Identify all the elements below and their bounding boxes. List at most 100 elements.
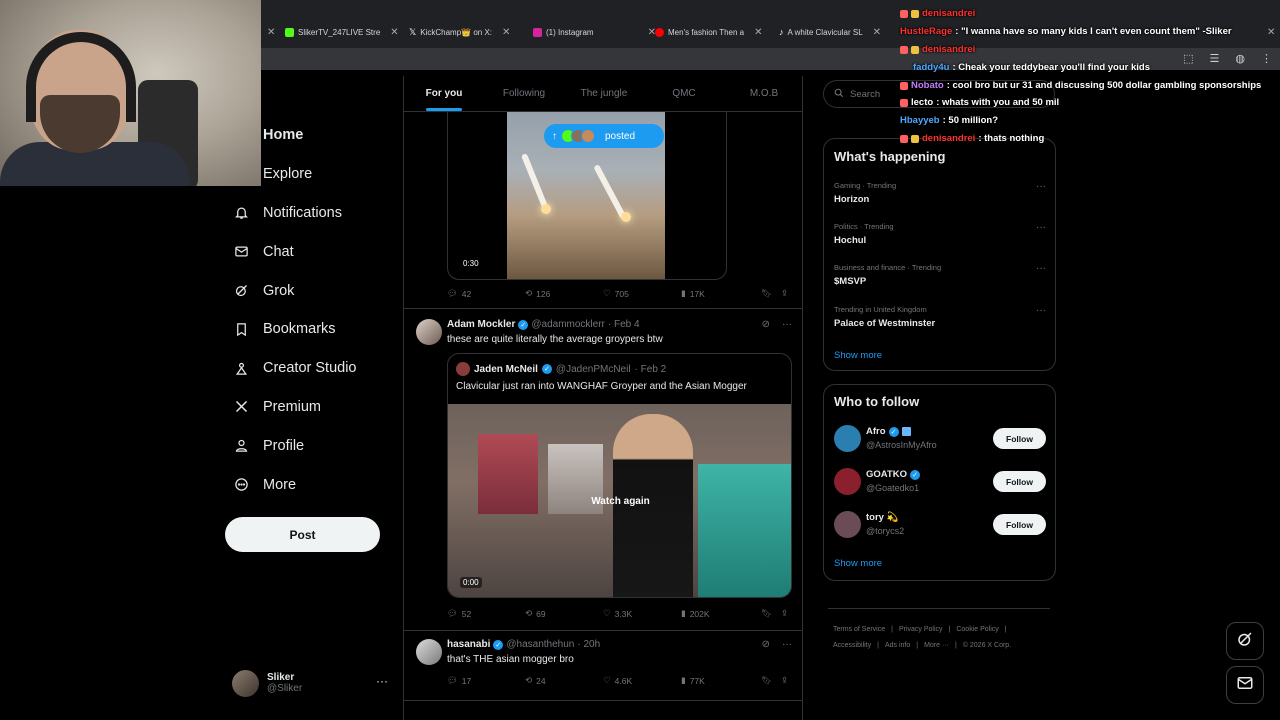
nav-grok[interactable]: Grok bbox=[225, 271, 400, 310]
browser-tab[interactable]: ♪ A white Clavicular SL ✕ bbox=[779, 22, 881, 42]
tab-qmc[interactable]: QMC bbox=[644, 76, 724, 111]
watch-again-button[interactable]: Watch again bbox=[448, 496, 791, 507]
more-horizontal-icon[interactable]: ··· bbox=[1036, 222, 1046, 233]
footer-separator: | bbox=[1004, 626, 1007, 633]
nav-chat[interactable]: Chat bbox=[225, 232, 400, 271]
tweet-date[interactable]: · Feb 4 bbox=[608, 319, 640, 330]
trend-item[interactable]: Trending in United Kingdom Palace of Wes… bbox=[834, 305, 1046, 329]
follow-button[interactable]: Follow bbox=[993, 471, 1046, 492]
avatar[interactable] bbox=[416, 319, 442, 345]
author-name[interactable]: hasanabi bbox=[447, 639, 490, 650]
author-name[interactable]: Adam Mockler bbox=[447, 319, 515, 330]
kebab-menu-icon[interactable]: ⋮ bbox=[1261, 52, 1272, 65]
heart-icon: ♡ bbox=[603, 608, 611, 618]
reply-button[interactable]: 💬︎ 42 bbox=[447, 288, 471, 299]
footer-link[interactable]: Cookie Policy bbox=[956, 626, 998, 633]
nav-explore[interactable]: Explore bbox=[225, 155, 400, 194]
follow-suggestion[interactable]: Afro ✓ @AstrosInMyAfro Follow bbox=[834, 424, 1046, 454]
bookmark-button[interactable]: 🔖︎ bbox=[761, 675, 772, 686]
tab-close-previous[interactable]: ✕ bbox=[261, 22, 275, 42]
show-more-link[interactable]: Show more bbox=[834, 350, 882, 361]
window-close-icon[interactable]: ✕ bbox=[1261, 22, 1275, 42]
views-button[interactable]: ▮ 202K bbox=[681, 608, 710, 619]
share-button[interactable]: ⇪ bbox=[781, 675, 788, 686]
footer-link[interactable]: Ads info bbox=[885, 642, 910, 649]
author-handle[interactable]: @adammocklerr bbox=[531, 319, 605, 330]
avatar[interactable] bbox=[416, 639, 442, 665]
show-more-link[interactable]: Show more bbox=[834, 558, 882, 569]
more-horizontal-icon[interactable]: ··· bbox=[1036, 181, 1046, 192]
reply-icon: 💬︎ bbox=[447, 675, 458, 685]
nav-bookmarks[interactable]: Bookmarks bbox=[225, 310, 400, 349]
quoted-tweet[interactable]: Jaden McNeil ✓ @JadenPMcNeil · Feb 2 Cla… bbox=[447, 353, 792, 598]
profile-icon[interactable]: ◍ bbox=[1235, 52, 1245, 65]
tweet-date[interactable]: · 20h bbox=[577, 639, 600, 650]
like-button[interactable]: ♡ 705 bbox=[603, 288, 629, 299]
footer-link[interactable]: Accessibility bbox=[833, 642, 871, 649]
menu-list-icon[interactable]: ☰ bbox=[1210, 52, 1220, 65]
tweet-partial[interactable] bbox=[404, 700, 802, 720]
follow-suggestion[interactable]: tory 💫 @torycs2 Follow bbox=[834, 510, 1046, 540]
post-button[interactable]: Post bbox=[225, 517, 380, 552]
grok-icon[interactable]: ⊘ bbox=[762, 319, 770, 330]
account-switcher[interactable]: Sliker @Sliker ··· bbox=[232, 666, 392, 700]
tab-mob[interactable]: M.O.B bbox=[724, 76, 802, 111]
footer-link[interactable]: Privacy Policy bbox=[899, 626, 943, 633]
reply-button[interactable]: 💬︎ 17 bbox=[447, 675, 471, 686]
repost-button[interactable]: ⟲ 69 bbox=[525, 608, 546, 619]
tab-close-icon[interactable]: ✕ bbox=[873, 27, 881, 38]
nav-home[interactable]: Home bbox=[225, 116, 400, 155]
trend-item[interactable]: Gaming · Trending Horizon ··· bbox=[834, 181, 1046, 205]
author-handle[interactable]: @hasanthehun bbox=[506, 639, 574, 650]
nav-notifications[interactable]: Notifications bbox=[225, 194, 400, 233]
tab-for-you[interactable]: For you bbox=[404, 76, 484, 111]
more-horizontal-icon[interactable]: ··· bbox=[782, 639, 792, 650]
views-button[interactable]: ▮ 77K bbox=[681, 675, 705, 686]
nav-more[interactable]: More bbox=[225, 465, 400, 504]
grok-icon[interactable]: ⊘ bbox=[762, 639, 770, 650]
browser-tab[interactable]: SlikerTV_247LIVE Stre ✕ bbox=[285, 22, 399, 42]
views-button[interactable]: ▮ 17K bbox=[681, 288, 705, 299]
tab-close-icon[interactable]: ✕ bbox=[502, 27, 510, 38]
nav-premium[interactable]: Premium bbox=[225, 388, 400, 427]
new-posts-pill[interactable]: ↑ posted bbox=[544, 124, 664, 148]
browser-tab[interactable]: 𝕏 KickChamp👑 on X: ✕ bbox=[409, 22, 510, 42]
copyright: © 2026 X Corp. bbox=[962, 642, 1012, 649]
like-button[interactable]: ♡ 4.6K bbox=[603, 675, 632, 686]
grok-fab-button[interactable] bbox=[1226, 622, 1264, 660]
more-horizontal-icon[interactable]: ··· bbox=[1036, 305, 1046, 316]
tweet[interactable]: Adam Mockler ✓ @adammocklerr · Feb 4 ⊘ ·… bbox=[404, 308, 802, 630]
chat-text: : "I wanna have so many kids I can't eve… bbox=[955, 26, 1232, 37]
tab-the-jungle[interactable]: The jungle bbox=[564, 76, 644, 111]
trend-item[interactable]: Politics · Trending Hochul ··· bbox=[834, 222, 1046, 246]
trend-item[interactable]: Business and finance · Trending $MSVP ··… bbox=[834, 263, 1046, 287]
share-button[interactable]: ⇪ bbox=[781, 608, 788, 619]
nav-creator-studio[interactable]: Creator Studio bbox=[225, 349, 400, 388]
share-button[interactable]: ⇪ bbox=[781, 288, 788, 299]
more-horizontal-icon[interactable]: ··· bbox=[1036, 263, 1046, 274]
bookmark-button[interactable]: 🔖︎ bbox=[761, 608, 772, 619]
tab-close-icon[interactable]: ✕ bbox=[390, 27, 398, 38]
footer-link[interactable]: Terms of Service bbox=[833, 626, 885, 633]
tab-close-icon[interactable]: ✕ bbox=[754, 27, 762, 38]
tweet[interactable]: hasanabi ✓ @hasanthehun · 20h ⊘ ··· that… bbox=[404, 630, 802, 700]
repost-button[interactable]: ⟲ 24 bbox=[525, 675, 546, 686]
footer-link[interactable]: More ··· bbox=[924, 642, 949, 649]
tab-following[interactable]: Following bbox=[484, 76, 564, 111]
nav-profile[interactable]: Profile bbox=[225, 426, 400, 465]
browser-tab[interactable]: (1) Instagram ✕ bbox=[533, 22, 656, 42]
repost-button[interactable]: ⟲ 126 bbox=[525, 288, 550, 299]
reply-button[interactable]: 💬︎ 52 bbox=[447, 608, 471, 619]
messages-fab-button[interactable] bbox=[1226, 666, 1264, 704]
chat-message: Hbayyeb : 50 million? bbox=[900, 115, 998, 126]
quote-video[interactable]: Watch again 0:00 bbox=[448, 404, 791, 597]
browser-tab[interactable]: Men's fashion Then a ✕ bbox=[655, 22, 762, 42]
more-horizontal-icon[interactable]: ··· bbox=[782, 319, 792, 330]
like-button[interactable]: ♡ 3.3K bbox=[603, 608, 632, 619]
follow-button[interactable]: Follow bbox=[993, 514, 1046, 535]
bookmark-button[interactable]: 🔖︎ bbox=[761, 288, 772, 299]
extensions-icon[interactable]: ⬚ bbox=[1183, 52, 1193, 65]
follow-button[interactable]: Follow bbox=[993, 428, 1046, 449]
follow-suggestion[interactable]: GOATKO ✓ @Goatedko1 Follow bbox=[834, 467, 1046, 497]
more-horizontal-icon[interactable]: ··· bbox=[376, 674, 388, 688]
